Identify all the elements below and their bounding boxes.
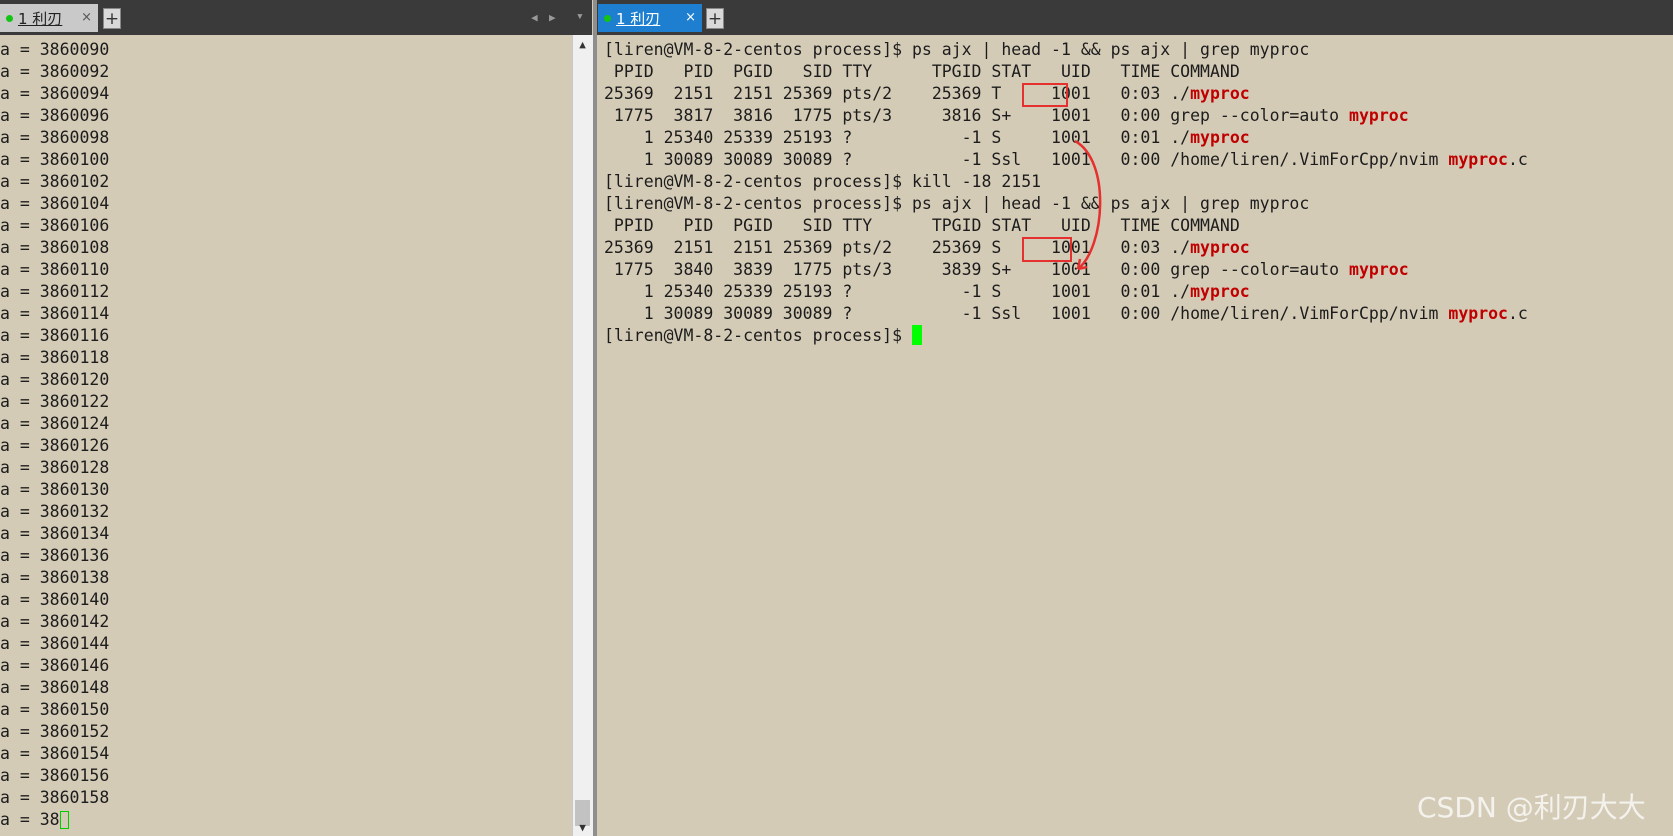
output-line: a = 3860110 bbox=[0, 260, 110, 279]
grep-match-text: myproc bbox=[1190, 84, 1250, 103]
tab-scroll-right-icon[interactable]: ▶ bbox=[549, 11, 556, 24]
output-line: a = 3860136 bbox=[0, 546, 110, 565]
output-line: a = 3860140 bbox=[0, 590, 110, 609]
output-line: a = 3860120 bbox=[0, 370, 110, 389]
output-text: .c bbox=[1508, 150, 1528, 169]
session-status-icon bbox=[604, 14, 611, 22]
output-line: a = 3860116 bbox=[0, 326, 110, 345]
tab-label: 1 利刃 bbox=[18, 9, 63, 28]
output-line: a = 3860158 bbox=[0, 788, 110, 807]
output-line: 1775 3817 3816 1775 pts/3 3816 S+ 1001 0… bbox=[604, 105, 1409, 127]
output-line: a = 3860118 bbox=[0, 348, 110, 367]
terminal-cursor bbox=[911, 325, 922, 345]
output-text: PPID PID PGID SID TTY TPGID STAT UID TIM… bbox=[604, 216, 1240, 235]
output-line: [liren@VM-8-2-centos process]$ ps ajx | … bbox=[604, 39, 1309, 61]
new-tab-button[interactable]: + bbox=[103, 8, 121, 29]
output-text: 1775 3817 3816 1775 pts/3 3816 S+ 1001 0… bbox=[604, 106, 1350, 125]
output-line: a = 3860090 bbox=[0, 40, 110, 59]
grep-match-text: myproc bbox=[1190, 282, 1250, 301]
grep-match-text: myproc bbox=[1448, 150, 1508, 169]
csdn-watermark: CSDN @利刃大大 bbox=[1417, 791, 1646, 824]
output-line: a = 3860150 bbox=[0, 700, 110, 719]
output-line: [liren@VM-8-2-centos process]$ kill -18 … bbox=[604, 171, 1041, 193]
output-line: 1 30089 30089 30089 ? -1 Ssl 1001 0:00 /… bbox=[604, 303, 1528, 325]
output-text: PPID PID PGID SID TTY TPGID STAT UID TIM… bbox=[604, 62, 1240, 81]
new-tab-button[interactable]: + bbox=[706, 8, 724, 29]
output-line: a = 3860130 bbox=[0, 480, 110, 499]
output-line: 1775 3840 3839 1775 pts/3 3839 S+ 1001 0… bbox=[604, 259, 1409, 281]
session-status-icon bbox=[6, 14, 13, 22]
left-tab-bar: 1 利刃 × + ◀ ▶ ▾ bbox=[0, 0, 592, 35]
scroll-down-arrow-icon[interactable]: ▼ bbox=[573, 820, 592, 836]
grep-match-text: myproc bbox=[1190, 128, 1250, 147]
left-scrollbar[interactable]: ▲ ▼ bbox=[572, 35, 593, 836]
output-line: a = 3860096 bbox=[0, 106, 110, 125]
tab-label: 1 利刃 bbox=[616, 9, 661, 28]
output-line: 1 25340 25339 25193 ? -1 S 1001 0:01 ./m… bbox=[604, 281, 1250, 303]
output-line: 1 25340 25339 25193 ? -1 S 1001 0:01 ./m… bbox=[604, 127, 1250, 149]
scroll-up-arrow-icon[interactable]: ▲ bbox=[573, 37, 592, 53]
left-terminal-pane[interactable]: a = 3860090 a = 3860092 a = 3860094 a = 386… bbox=[0, 35, 572, 836]
state-change-arrow bbox=[1074, 139, 1102, 271]
output-line: a = 3860112 bbox=[0, 282, 110, 301]
right-terminal-pane[interactable]: [liren@VM-8-2-centos process]$ ps ajx | … bbox=[598, 35, 1673, 836]
grep-match-text: myproc bbox=[1190, 238, 1250, 257]
output-line: a = 3860124 bbox=[0, 414, 110, 433]
output-line: a = 3860146 bbox=[0, 656, 110, 675]
shell-prompt-line[interactable]: [liren@VM-8-2-centos process]$ bbox=[604, 325, 922, 347]
output-line: 25369 2151 2151 25369 pts/2 25369 S 1001… bbox=[604, 237, 1250, 259]
output-line: a = 3860142 bbox=[0, 612, 110, 631]
right-terminal-tab[interactable]: 1 利刃 × bbox=[598, 4, 702, 32]
output-line: a = 3860138 bbox=[0, 568, 110, 587]
left-terminal-tab[interactable]: 1 利刃 × bbox=[0, 4, 98, 32]
output-text: 1 30089 30089 30089 ? -1 Ssl 1001 0:00 /… bbox=[604, 150, 1449, 169]
output-line: PPID PID PGID SID TTY TPGID STAT UID TIM… bbox=[604, 61, 1240, 83]
pane-divider[interactable] bbox=[593, 0, 597, 836]
output-text: 1 25340 25339 25193 ? -1 S 1001 0:01 ./ bbox=[604, 282, 1191, 301]
output-line: PPID PID PGID SID TTY TPGID STAT UID TIM… bbox=[604, 215, 1240, 237]
output-text: 1 30089 30089 30089 ? -1 Ssl 1001 0:00 /… bbox=[604, 304, 1449, 323]
output-line: a = 3860092 bbox=[0, 62, 110, 81]
right-tab-bar: 1 利刃 × + bbox=[596, 0, 1673, 35]
output-line: [liren@VM-8-2-centos process]$ ps ajx | … bbox=[604, 193, 1309, 215]
grep-match-text: myproc bbox=[1349, 260, 1409, 279]
output-text: 1775 3840 3839 1775 pts/3 3839 S+ 1001 0… bbox=[604, 260, 1350, 279]
output-line: a = 3860094 bbox=[0, 84, 110, 103]
grep-match-text: myproc bbox=[1448, 304, 1508, 323]
output-line: a = 3860126 bbox=[0, 436, 110, 455]
output-line: a = 3860106 bbox=[0, 216, 110, 235]
output-line: 25369 2151 2151 25369 pts/2 25369 T 1001… bbox=[604, 83, 1250, 105]
close-tab-icon[interactable]: × bbox=[81, 10, 92, 25]
close-tab-icon[interactable]: × bbox=[685, 10, 696, 25]
output-line: a = 3860100 bbox=[0, 150, 110, 169]
output-line: a = 3860144 bbox=[0, 634, 110, 653]
output-line: a = 3860122 bbox=[0, 392, 110, 411]
output-line: a = 3860114 bbox=[0, 304, 110, 323]
output-line: a = 3860108 bbox=[0, 238, 110, 257]
output-text: .c bbox=[1508, 304, 1528, 323]
output-line: a = 3860102 bbox=[0, 172, 110, 191]
output-line: a = 3860098 bbox=[0, 128, 110, 147]
output-text: [liren@VM-8-2-centos process]$ ps ajx | … bbox=[604, 194, 1310, 213]
output-line: a = 3860156 bbox=[0, 766, 110, 785]
grep-match-text: myproc bbox=[1349, 106, 1409, 125]
tab-scroll-left-icon[interactable]: ◀ bbox=[531, 11, 538, 24]
partial-output-text: a = 38 bbox=[0, 810, 60, 829]
output-line: a = 3860132 bbox=[0, 502, 110, 521]
output-line: a = 3860128 bbox=[0, 458, 110, 477]
output-line: a = 3860148 bbox=[0, 678, 110, 697]
tab-list-menu-icon[interactable]: ▾ bbox=[576, 9, 584, 24]
shell-prompt: [liren@VM-8-2-centos process]$ bbox=[604, 326, 912, 345]
output-line: a = 3860134 bbox=[0, 524, 110, 543]
output-line: a = 3860152 bbox=[0, 722, 110, 741]
output-line: a = 3860104 bbox=[0, 194, 110, 213]
output-line: a = 3860154 bbox=[0, 744, 110, 763]
partial-output-line: a = 38 bbox=[0, 809, 69, 831]
output-text: [liren@VM-8-2-centos process]$ kill -18 … bbox=[604, 172, 1042, 191]
terminal-cursor bbox=[59, 811, 69, 829]
output-text: [liren@VM-8-2-centos process]$ ps ajx | … bbox=[604, 40, 1310, 59]
